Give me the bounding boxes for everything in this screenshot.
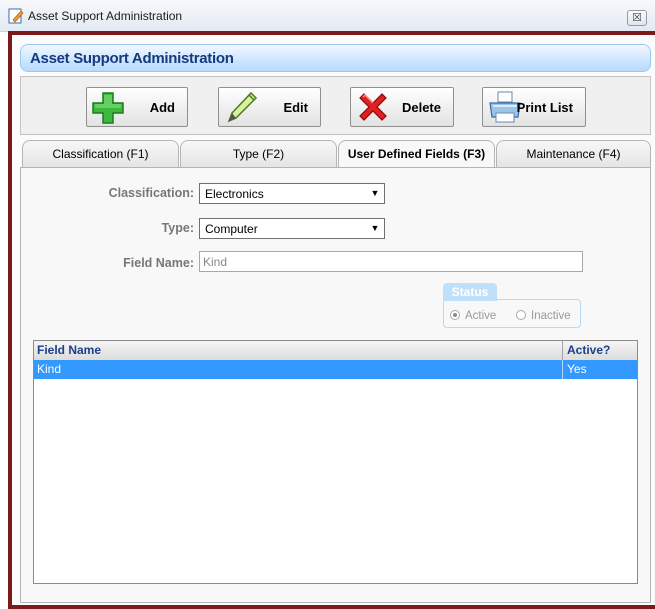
chevron-down-icon[interactable]: ▼ (368, 221, 382, 236)
add-button-label: Add (149, 100, 175, 115)
radio-selected-icon (450, 310, 460, 320)
window-titlebar: Asset Support Administration ☒ (0, 0, 655, 32)
classification-label: Classification: (108, 186, 194, 200)
classification-value: Electronics (205, 187, 264, 201)
type-select[interactable]: Computer ▼ (199, 218, 385, 239)
field-name-label: Field Name: (123, 256, 194, 270)
chevron-down-icon[interactable]: ▼ (368, 186, 382, 201)
tab-user-defined-fields[interactable]: User Defined Fields (F3) (338, 140, 495, 169)
radio-unselected-icon (516, 310, 526, 320)
fields-table[interactable]: Field Name Active? Kind Yes (33, 340, 638, 584)
status-group: Active Inactive Status (443, 283, 581, 328)
cell-field-name: Kind (37, 362, 62, 376)
column-divider[interactable] (562, 341, 563, 360)
field-name-value: Kind (203, 255, 228, 269)
tab-label: Classification (F1) (52, 147, 149, 161)
page-title: Asset Support Administration (30, 50, 234, 67)
tab-label: User Defined Fields (F3) (347, 147, 486, 161)
table-header: Field Name Active? (34, 341, 637, 361)
table-row[interactable]: Kind Yes (34, 360, 637, 379)
tab-classification[interactable]: Classification (F1) (22, 140, 179, 168)
delete-button-label: Delete (401, 100, 441, 115)
status-legend: Status (443, 283, 497, 301)
tab-label: Type (F2) (232, 147, 285, 161)
tab-label: Maintenance (F4) (526, 147, 621, 161)
field-name-input[interactable]: Kind (199, 251, 583, 272)
add-button[interactable]: Add (86, 87, 188, 127)
status-inactive-label: Inactive (531, 310, 571, 322)
status-active-radio[interactable]: Active (450, 310, 496, 322)
section-header: Asset Support Administration (20, 44, 651, 72)
close-button[interactable]: ☒ (627, 10, 647, 26)
cell-active: Yes (567, 362, 587, 376)
tab-maintenance[interactable]: Maintenance (F4) (496, 140, 651, 168)
status-frame: Active Inactive (443, 299, 581, 328)
type-label: Type: (161, 221, 194, 235)
edit-button[interactable]: Edit (218, 87, 321, 127)
status-inactive-radio[interactable]: Inactive (516, 310, 571, 322)
edit-button-label: Edit (283, 100, 308, 115)
print-list-button[interactable]: Print List (482, 87, 586, 127)
column-divider (562, 360, 563, 379)
delete-x-icon (359, 93, 387, 121)
status-active-label: Active (465, 310, 497, 322)
app-icon (8, 8, 24, 24)
close-icon: ☒ (632, 12, 642, 24)
column-header-field-name[interactable]: Field Name (37, 343, 101, 357)
print-list-button-label: Print List (516, 100, 573, 115)
type-value: Computer (205, 222, 258, 236)
pencil-icon (227, 91, 258, 123)
plus-icon (92, 92, 124, 124)
classification-select[interactable]: Electronics ▼ (199, 183, 385, 204)
column-header-active[interactable]: Active? (567, 343, 610, 357)
window-title: Asset Support Administration (28, 9, 183, 23)
tab-strip: Classification (F1) Type (F2) User Defin… (20, 140, 651, 169)
tab-type[interactable]: Type (F2) (180, 140, 337, 168)
delete-button[interactable]: Delete (350, 87, 454, 127)
